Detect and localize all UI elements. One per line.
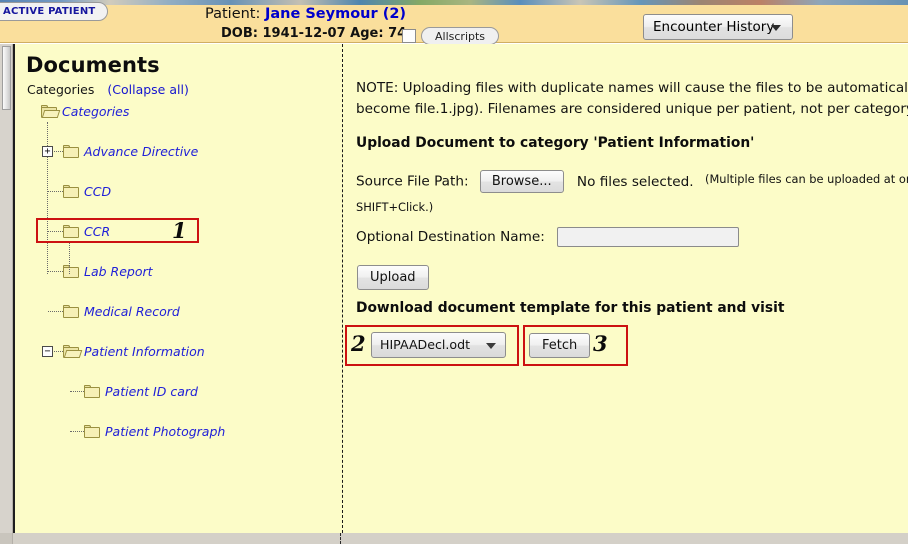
- tree-node-advance-directive[interactable]: + Advance Directive: [15, 142, 342, 162]
- tree-connector: [54, 151, 63, 152]
- bottom-divider-tick: [340, 533, 341, 544]
- tree-connector: [48, 311, 63, 312]
- tree-node-medical-record[interactable]: Medical Record: [15, 302, 342, 322]
- patient-label: Patient:: [205, 6, 261, 22]
- note-line-2: become file.1.jpg). Filenames are consid…: [356, 101, 908, 117]
- tree-connector: [48, 191, 63, 192]
- allscripts-checkbox[interactable]: [402, 29, 416, 43]
- bottom-gutter: [0, 533, 908, 544]
- folder-icon: [63, 265, 79, 278]
- tree-connector: [48, 271, 63, 272]
- categories-label: Categories: [27, 82, 95, 97]
- source-file-row: Source File Path: Browse... No files sel…: [356, 170, 908, 193]
- folder-icon: [63, 305, 79, 318]
- tree-node-patient-id-card[interactable]: Patient ID card: [15, 382, 342, 402]
- app-root: ACTIVE PATIENT Patient: Jane Seymour (2)…: [0, 0, 908, 544]
- folder-icon: [63, 145, 79, 158]
- patient-banner: ACTIVE PATIENT Patient: Jane Seymour (2)…: [0, 2, 908, 45]
- folder-open-icon: [41, 105, 61, 118]
- tree-node-patient-information[interactable]: − Patient Information: [15, 342, 342, 362]
- tree-node-lab-report[interactable]: Lab Report: [15, 262, 342, 282]
- patient-name-row: Patient: Jane Seymour (2): [205, 6, 406, 22]
- tree-node-label[interactable]: Advance Directive: [84, 144, 198, 159]
- scrollbar-thumb[interactable]: [2, 46, 11, 110]
- collapse-toggle-icon[interactable]: −: [42, 346, 53, 357]
- tree-node-label[interactable]: Patient Photograph: [105, 424, 225, 439]
- tree-node-label[interactable]: CCD: [84, 184, 111, 199]
- upload-button[interactable]: Upload: [357, 265, 429, 290]
- right-pane: NOTE: Uploading files with duplicate nam…: [343, 44, 908, 533]
- note-line-1: NOTE: Uploading files with duplicate nam…: [356, 80, 908, 96]
- tree-connector: [70, 391, 84, 392]
- tree-node-label[interactable]: Patient ID card: [105, 384, 198, 399]
- folder-open-icon: [63, 345, 83, 358]
- folder-icon: [84, 425, 100, 438]
- destination-name-row: Optional Destination Name:: [356, 227, 740, 247]
- tree-subtrunk-line: [69, 242, 70, 274]
- template-select[interactable]: HIPAADecl.odt: [371, 332, 506, 358]
- annotation-number-1: 1: [172, 218, 187, 243]
- no-files-selected-text: No files selected.: [576, 173, 694, 190]
- tree-connector: [54, 351, 63, 352]
- page-vertical-scrollbar[interactable]: [0, 44, 13, 534]
- destination-name-input[interactable]: [557, 227, 740, 247]
- left-pane: Documents Categories (Collapse all) Cate…: [15, 44, 342, 533]
- destination-name-label: Optional Destination Name:: [356, 229, 545, 245]
- download-section-title: Download document template for this pati…: [356, 300, 785, 316]
- source-file-label: Source File Path:: [356, 173, 469, 190]
- tree-node-label[interactable]: Patient Information: [84, 344, 205, 359]
- annotation-number-3: 3: [593, 331, 608, 356]
- tree-node-label[interactable]: Medical Record: [84, 304, 180, 319]
- tree-connector: [70, 431, 84, 432]
- tree-node-patient-photograph[interactable]: Patient Photograph: [15, 422, 342, 442]
- chevron-down-icon: [771, 25, 781, 31]
- collapse-all-link[interactable]: (Collapse all): [107, 82, 188, 97]
- tree-node-label[interactable]: Lab Report: [84, 264, 153, 279]
- folder-icon: [84, 385, 100, 398]
- page-title: Documents: [26, 53, 160, 77]
- duplicate-names-note: NOTE: Uploading files with duplicate nam…: [356, 78, 908, 120]
- bottom-scrollbar-corner: [0, 533, 13, 544]
- tree-node-label[interactable]: CCR: [84, 224, 110, 239]
- annotation-number-2: 2: [351, 331, 366, 356]
- patient-name-link[interactable]: Jane Seymour (2): [265, 6, 406, 22]
- multi-upload-hint-line-2: SHIFT+Click.): [356, 200, 434, 214]
- tree-node-root[interactable]: Categories: [15, 102, 342, 122]
- folder-icon: [63, 225, 79, 238]
- chevron-down-icon: [486, 343, 496, 349]
- template-select-value: HIPAADecl.odt: [380, 337, 471, 352]
- patient-dob-age: DOB: 1941-12-07 Age: 74: [221, 26, 407, 41]
- active-patient-badge[interactable]: ACTIVE PATIENT: [0, 2, 109, 21]
- folder-icon: [63, 185, 79, 198]
- browse-button[interactable]: Browse...: [479, 170, 564, 193]
- tree-node-label: Categories: [62, 104, 130, 119]
- allscripts-button[interactable]: Allscripts: [421, 27, 500, 45]
- encounter-history-select[interactable]: Encounter History: [643, 14, 793, 40]
- fetch-button[interactable]: Fetch: [529, 333, 591, 358]
- categories-header-row: Categories (Collapse all): [27, 82, 189, 97]
- upload-section-title: Upload Document to category 'Patient Inf…: [356, 135, 755, 151]
- encounter-history-value: Encounter History: [653, 19, 775, 35]
- tree-connector: [48, 231, 63, 232]
- category-tree: Categories + Advance Directive CCD CCR L…: [15, 102, 342, 439]
- tree-node-ccd[interactable]: CCD: [15, 182, 342, 202]
- multi-upload-hint-line-1: (Multiple files can be uploaded at one t…: [705, 172, 908, 186]
- expand-toggle-icon[interactable]: +: [42, 146, 53, 157]
- content-frame: Documents Categories (Collapse all) Cate…: [13, 44, 908, 533]
